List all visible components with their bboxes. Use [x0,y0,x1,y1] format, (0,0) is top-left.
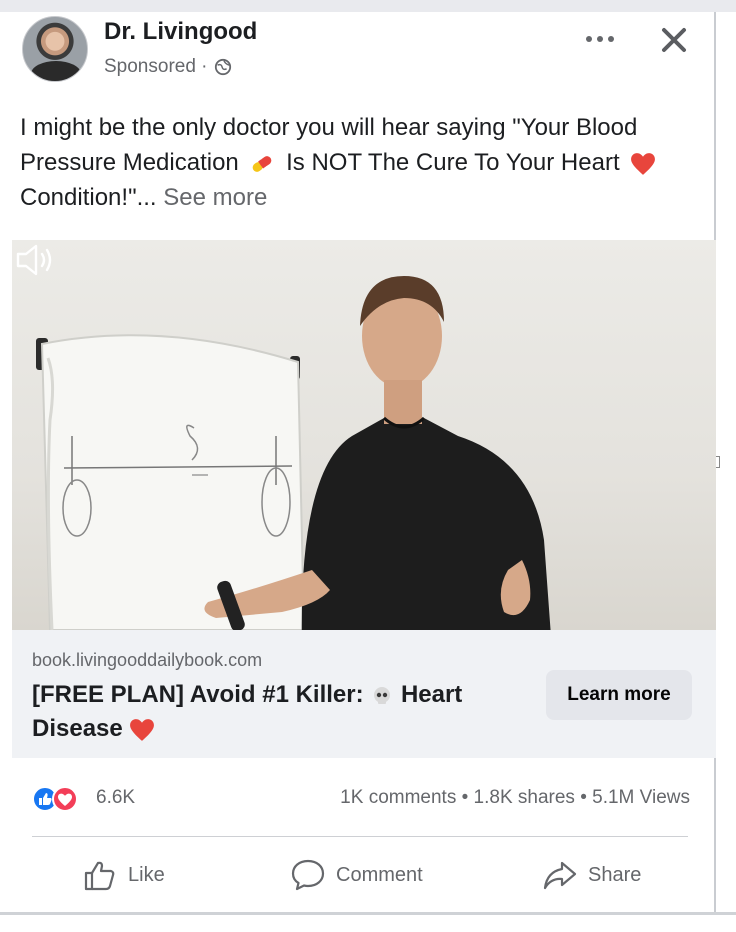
video-player[interactable] [12,240,716,630]
pill-emoji [253,155,272,172]
post-text: I might be the only doctor you will hear… [20,110,700,215]
more-options-button[interactable] [580,22,620,56]
actions-divider [32,836,688,837]
link-title-part1: [FREE PLAN] Avoid #1 Killer: [32,681,364,708]
volume-icon[interactable] [12,240,56,280]
learn-more-button[interactable]: Learn more [546,670,692,720]
sponsored-label[interactable]: Sponsored · [104,56,208,78]
share-button[interactable]: Share [542,850,641,900]
link-title[interactable]: [FREE PLAN] Avoid #1 Killer: Heart Disea… [32,678,512,746]
like-button[interactable]: Like [82,850,165,900]
post-text-part2: Is NOT The Cure To Your Heart [286,149,620,176]
globe-icon [214,58,231,76]
share-label: Share [588,863,642,886]
engagement-summary[interactable]: 1K comments • 1.8K shares • 5.1M Views [286,787,690,809]
comment-label: Comment [336,863,423,886]
more-options-icon [586,36,592,42]
sponsored-row: Sponsored · [104,56,232,78]
post-text-part3: Condition!"... [20,184,157,211]
reaction-icons[interactable] [32,786,90,812]
comment-button[interactable]: Comment [290,850,423,900]
red-heart-emoji [631,152,656,175]
author-name[interactable]: Dr. Livingood [104,18,257,46]
window-bottom-strip [0,912,736,932]
skull-emoji [374,686,391,704]
window-top-strip [0,0,736,12]
like-label: Like [128,863,165,886]
link-preview[interactable]: book.livingooddailybook.com [FREE PLAN] … [12,630,716,758]
red-heart-emoji [130,718,155,741]
share-arrow-icon [543,861,577,890]
video-frame [36,276,551,630]
see-more-link[interactable]: See more [163,184,267,211]
reaction-count[interactable]: 6.6K [96,787,135,809]
thumbs-up-icon [84,861,115,891]
author-avatar[interactable] [22,16,88,82]
comment-bubble-icon [291,859,325,891]
link-domain: book.livingooddailybook.com [32,650,263,670]
close-icon[interactable] [654,20,694,60]
